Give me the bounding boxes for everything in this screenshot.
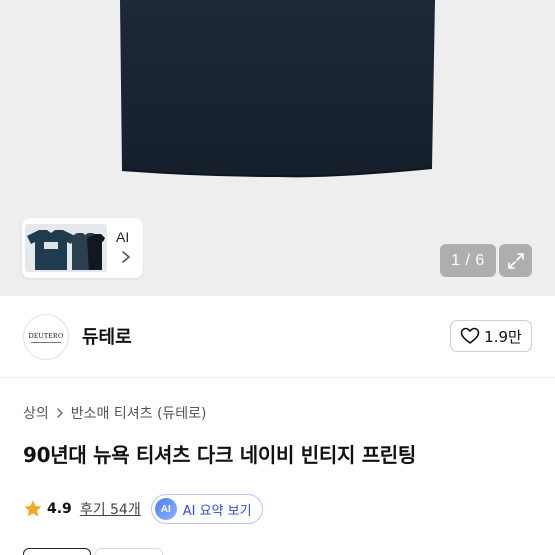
breadcrumb-item-category[interactable]: 상의: [23, 403, 49, 423]
rating-score: 4.9: [47, 501, 72, 517]
product-shirt-image: [120, 0, 435, 178]
thumbnail-strip[interactable]: AI: [22, 218, 143, 278]
like-count: 1.9만: [484, 327, 522, 346]
option-tab[interactable]: [95, 548, 163, 555]
ai-badge-icon: AI: [154, 498, 177, 520]
like-button[interactable]: 1.9만: [450, 320, 532, 352]
seller-logo[interactable]: DEUTERO: [23, 314, 69, 360]
seller-name[interactable]: 듀테로: [82, 323, 132, 349]
chevron-right-icon: [57, 408, 63, 418]
product-title: 90년대 뉴욕 티셔츠 다크 네이비 빈티지 프린팅: [23, 443, 417, 467]
thumbnail-ai-label: AI: [116, 229, 130, 245]
expand-icon: [507, 252, 524, 269]
breadcrumb: 상의 반소매 티셔츠 (듀테로): [23, 403, 207, 423]
breadcrumb-item-subcategory[interactable]: 반소매 티셔츠 (듀테로): [71, 403, 207, 423]
image-counter: 1 / 6: [440, 244, 496, 277]
ai-summary-label: AI 요약 보기: [182, 503, 252, 519]
thumbnail-image[interactable]: [25, 224, 107, 272]
ai-summary-button[interactable]: AI AI 요약 보기: [150, 494, 263, 524]
expand-button[interactable]: [499, 244, 532, 277]
review-count-link[interactable]: 후기 54개: [80, 499, 141, 519]
rating-row: 4.9 후기 54개 AI AI 요약 보기: [23, 494, 263, 524]
option-tab-selected[interactable]: [23, 548, 91, 555]
chevron-right-icon[interactable]: [119, 250, 133, 264]
seller-logo-underline: [31, 341, 61, 343]
seller-logo-text: DEUTERO: [28, 331, 64, 340]
star-icon: [24, 500, 42, 517]
product-image-gallery[interactable]: AI 1 / 6: [0, 0, 555, 296]
heart-icon: [460, 327, 480, 344]
